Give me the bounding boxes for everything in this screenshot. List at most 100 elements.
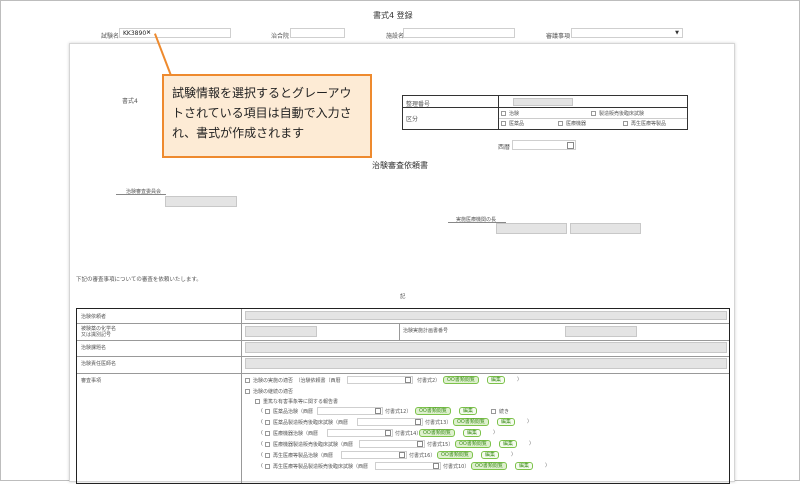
row4-edit-button[interactable]: 編集: [459, 407, 478, 415]
row1-checkbox[interactable]: [245, 378, 250, 383]
row1-doc-button[interactable]: OO書類閲覧: [443, 376, 479, 384]
row9-open: (: [261, 463, 263, 469]
facility-input[interactable]: [403, 28, 515, 38]
row4-checkbox[interactable]: [265, 409, 270, 414]
drug-option: 医薬品: [509, 121, 525, 127]
ref-number-field: [513, 98, 573, 106]
device-option: 医療機器: [566, 121, 587, 127]
trial-checkbox[interactable]: [501, 111, 506, 116]
committee-label: 治合院: [271, 33, 290, 40]
row8-edit-button[interactable]: 編集: [481, 451, 500, 459]
clear-icon[interactable]: ×: [146, 29, 151, 36]
row4-doc-button[interactable]: OO書類閲覧: [415, 407, 451, 415]
requester-label: 治験依頼者: [81, 314, 107, 320]
facility-label: 施設名: [386, 33, 405, 40]
row5-date[interactable]: [357, 418, 423, 426]
row8-date[interactable]: [341, 451, 407, 459]
row3-checkbox[interactable]: [255, 399, 260, 404]
row6-edit-button[interactable]: 編集: [463, 429, 482, 437]
intro-text: 下記の審査事項についての審査を依頼いたします。: [76, 277, 202, 283]
row2-label: 治験の継続の適否: [253, 389, 294, 395]
row1-close: ）: [517, 377, 523, 383]
post-market-checkbox[interactable]: [591, 111, 596, 116]
exam-select[interactable]: KK3890 ×: [119, 28, 231, 38]
row6-doc-button[interactable]: OO書類閲覧: [419, 429, 455, 437]
row9-doc-button[interactable]: OO書類閲覧: [471, 462, 507, 470]
head-field-2: [570, 223, 641, 234]
ki-label: 記: [400, 294, 406, 300]
row1-suffix: 付書式2）: [417, 378, 441, 384]
row7-open: (: [261, 441, 263, 447]
row5-open: (: [261, 419, 263, 425]
regen-checkbox[interactable]: [623, 121, 628, 126]
row5-checkbox[interactable]: [265, 420, 270, 425]
row5-suffix: 付書式13）: [425, 420, 452, 426]
calendar-icon[interactable]: [415, 419, 421, 425]
row9-edit-button[interactable]: 編集: [515, 462, 534, 470]
row6-open: (: [261, 430, 263, 436]
trial-option: 治験: [509, 111, 520, 117]
chevron-down-icon: ▼: [675, 30, 679, 36]
row7-label: 医療機器製造販売後臨床試験（西暦: [273, 442, 354, 448]
calendar-icon[interactable]: [433, 463, 439, 469]
row4-extra-checkbox[interactable]: [491, 409, 496, 414]
calendar-icon[interactable]: [405, 377, 411, 383]
row6-checkbox[interactable]: [265, 431, 270, 436]
subject-label: 治験課題名: [81, 345, 107, 351]
calendar-icon[interactable]: [385, 430, 391, 436]
row8-close: ）: [511, 452, 517, 458]
row1-date[interactable]: [347, 376, 413, 384]
callout-note: 試験情報を選択するとグレーアウトされている項目は自動で入力され、書式が作成されま…: [162, 74, 372, 158]
calendar-icon[interactable]: [375, 408, 381, 414]
protocol-field: [565, 326, 637, 337]
row9-suffix: 付書式10）: [443, 464, 470, 470]
row5-doc-button[interactable]: OO書類閲覧: [453, 418, 489, 426]
date-input[interactable]: [512, 140, 576, 150]
regen-option: 再生医療等製品: [631, 121, 667, 127]
row7-date[interactable]: [359, 440, 425, 448]
row4-label: 医薬品治験（西暦: [273, 409, 314, 415]
post-market-option: 製造販売後臨床試験: [599, 111, 645, 117]
row7-suffix: 付書式15）: [427, 442, 454, 448]
drug-name-label: 被験薬の化学名 又は識別記号: [81, 326, 117, 338]
row9-date[interactable]: [375, 462, 441, 470]
row1-label: 治験の実施の適否 （治験依頼書（西暦: [253, 378, 341, 384]
row4-date[interactable]: [317, 407, 383, 415]
row9-checkbox[interactable]: [265, 464, 270, 469]
investigator-label: 治験責任医師名: [81, 361, 117, 367]
row8-label: 再生医療等製品治験（西暦: [273, 453, 334, 459]
row1-edit-button[interactable]: 編集: [487, 376, 506, 384]
row7-doc-button[interactable]: OO書類閲覧: [455, 440, 491, 448]
review-items-label: 審査事項: [81, 378, 102, 384]
protocol-label: 治験実施計画書番号: [403, 328, 449, 334]
row6-date[interactable]: [327, 429, 393, 437]
row4-suffix: 付書式12）: [385, 409, 412, 415]
date-label: 西暦: [498, 144, 511, 151]
row8-doc-button[interactable]: OO書類閲覧: [437, 451, 473, 459]
review-label: 審議事項: [546, 33, 571, 40]
committee-input[interactable]: [290, 28, 345, 38]
calendar-icon[interactable]: [567, 142, 574, 149]
subject-field: [245, 342, 727, 353]
calendar-icon[interactable]: [417, 441, 423, 447]
row8-checkbox[interactable]: [265, 453, 270, 458]
page-title: 書式4 登録: [373, 11, 413, 20]
requester-field: [245, 311, 727, 320]
review-select[interactable]: ▼: [571, 28, 683, 38]
row7-close: ）: [529, 441, 535, 447]
row4-open: (: [261, 408, 263, 414]
review-table: 治験依頼者 被験薬の化学名 又は識別記号 治験実施計画書番号 治験課題名 治験責…: [76, 308, 730, 484]
calendar-icon[interactable]: [399, 452, 405, 458]
ref-label: 整理番号: [406, 101, 431, 108]
row7-checkbox[interactable]: [265, 442, 270, 447]
row9-close: ）: [545, 463, 551, 469]
row6-close: ）: [493, 430, 499, 436]
window-frame: 書式4 登録 試験名 KK3890 × 治合院 施設名 審議事項 ▼ 書式4 整…: [0, 0, 800, 484]
row5-edit-button[interactable]: 編集: [497, 418, 516, 426]
document-title: 治験審査依頼書: [372, 161, 428, 170]
device-checkbox[interactable]: [558, 121, 563, 126]
drug-name-field: [245, 326, 317, 337]
row7-edit-button[interactable]: 編集: [499, 440, 518, 448]
drug-checkbox[interactable]: [501, 121, 506, 126]
row2-checkbox[interactable]: [245, 389, 250, 394]
